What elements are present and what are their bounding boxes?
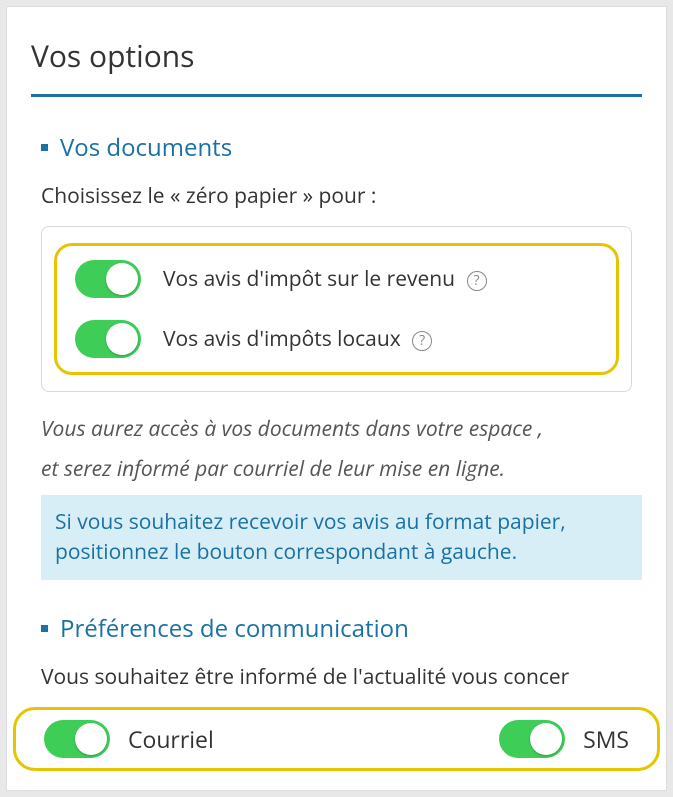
documents-subheading: Choisissez le « zéro papier » pour : <box>41 182 642 210</box>
page-title: Vos options <box>31 35 642 76</box>
toggle-courriel-label: Courriel <box>128 723 214 755</box>
toggle-sms[interactable] <box>499 720 565 758</box>
toggle-row-revenu: Vos avis d'impôt sur le revenu ? <box>75 260 598 298</box>
toggle-impots-locaux[interactable] <box>75 320 141 358</box>
highlight-documents: Vos avis d'impôt sur le revenu ? Vos avi… <box>54 243 619 375</box>
section-heading-documents-text: Vos documents <box>60 131 232 164</box>
toggle-impots-locaux-label: Vos avis d'impôts locaux ? <box>163 325 432 353</box>
toggle-impot-revenu-label: Vos avis d'impôt sur le revenu ? <box>163 265 487 293</box>
toggle-knob-icon <box>530 723 562 755</box>
section-heading-communication-text: Préférences de communication <box>60 612 409 645</box>
communication-row-wrap: Courriel SMS <box>13 707 660 771</box>
comm-item-sms: SMS <box>499 720 629 758</box>
toggle-knob-icon <box>106 323 138 355</box>
paper-format-banner: Si vous souhaitez recevoir vos avis au f… <box>41 495 642 580</box>
documents-toggle-box: Vos avis d'impôt sur le revenu ? Vos avi… <box>41 226 632 392</box>
documents-note-line2: et serez informé par courriel de leur mi… <box>41 454 642 484</box>
section-heading-documents: Vos documents <box>41 131 642 164</box>
toggle-courriel[interactable] <box>44 720 110 758</box>
toggle-impot-revenu[interactable] <box>75 260 141 298</box>
help-icon[interactable]: ? <box>467 271 487 291</box>
title-divider <box>31 94 642 97</box>
comm-item-courriel: Courriel <box>44 720 214 758</box>
bullet-icon <box>41 625 48 632</box>
options-card: Vos options Vos documents Choisissez le … <box>6 6 667 791</box>
toggle-knob-icon <box>106 263 138 295</box>
toggle-row-locaux: Vos avis d'impôts locaux ? <box>75 320 598 358</box>
section-heading-communication: Préférences de communication <box>41 612 642 645</box>
bullet-icon <box>41 144 48 151</box>
communication-subheading: Vous souhaitez être informé de l'actuali… <box>41 663 642 691</box>
help-icon[interactable]: ? <box>412 331 432 351</box>
toggle-sms-label: SMS <box>583 723 629 755</box>
documents-note-line1: Vous aurez accès à vos documents dans vo… <box>41 414 642 444</box>
toggle-knob-icon <box>75 723 107 755</box>
highlight-communication: Courriel SMS <box>13 707 660 771</box>
